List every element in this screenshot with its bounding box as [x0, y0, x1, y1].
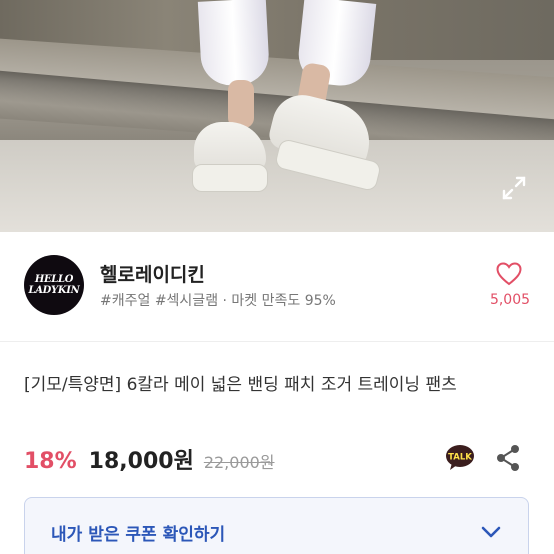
expand-icon[interactable]	[500, 174, 528, 202]
share-icon[interactable]	[495, 444, 521, 472]
coupon-button[interactable]: 내가 받은 쿠폰 확인하기	[24, 497, 529, 554]
product-title: [기모/특양면] 6칼라 메이 넓은 밴딩 패치 조거 트레이닝 팬츠	[24, 375, 457, 395]
seller-logo-line1: HELLO	[34, 274, 74, 285]
seller-logo[interactable]: HELLO LADYKIN	[24, 255, 84, 315]
kakao-talk-icon[interactable]: TALK	[445, 444, 475, 472]
chevron-down-icon	[481, 526, 501, 538]
like-count: 5,005	[489, 292, 531, 308]
seller-tags: #캐주얼 #섹시글램 · 마켓 만족도 95%	[100, 293, 336, 309]
talk-label: TALK	[448, 453, 472, 463]
product-photo[interactable]	[0, 0, 554, 232]
seller-section: HELLO LADYKIN 헬로레이디킨 #캐주얼 #섹시글램 · 마켓 만족도…	[0, 232, 554, 342]
seller-name[interactable]: 헬로레이디킨	[100, 260, 205, 287]
photo-sole-left	[192, 164, 268, 192]
photo-leg-left	[228, 80, 254, 128]
price-row: 18% 18,000원 22,000원	[24, 443, 275, 474]
photo-pants-left	[197, 0, 271, 87]
original-price: 22,000원	[203, 453, 275, 472]
seller-logo-line2: LADYKIN	[28, 285, 80, 296]
heart-icon[interactable]	[496, 262, 522, 286]
discount-rate: 18%	[24, 449, 77, 474]
coupon-label: 내가 받은 쿠폰 확인하기	[51, 525, 226, 545]
sale-price: 18,000원	[88, 449, 194, 474]
